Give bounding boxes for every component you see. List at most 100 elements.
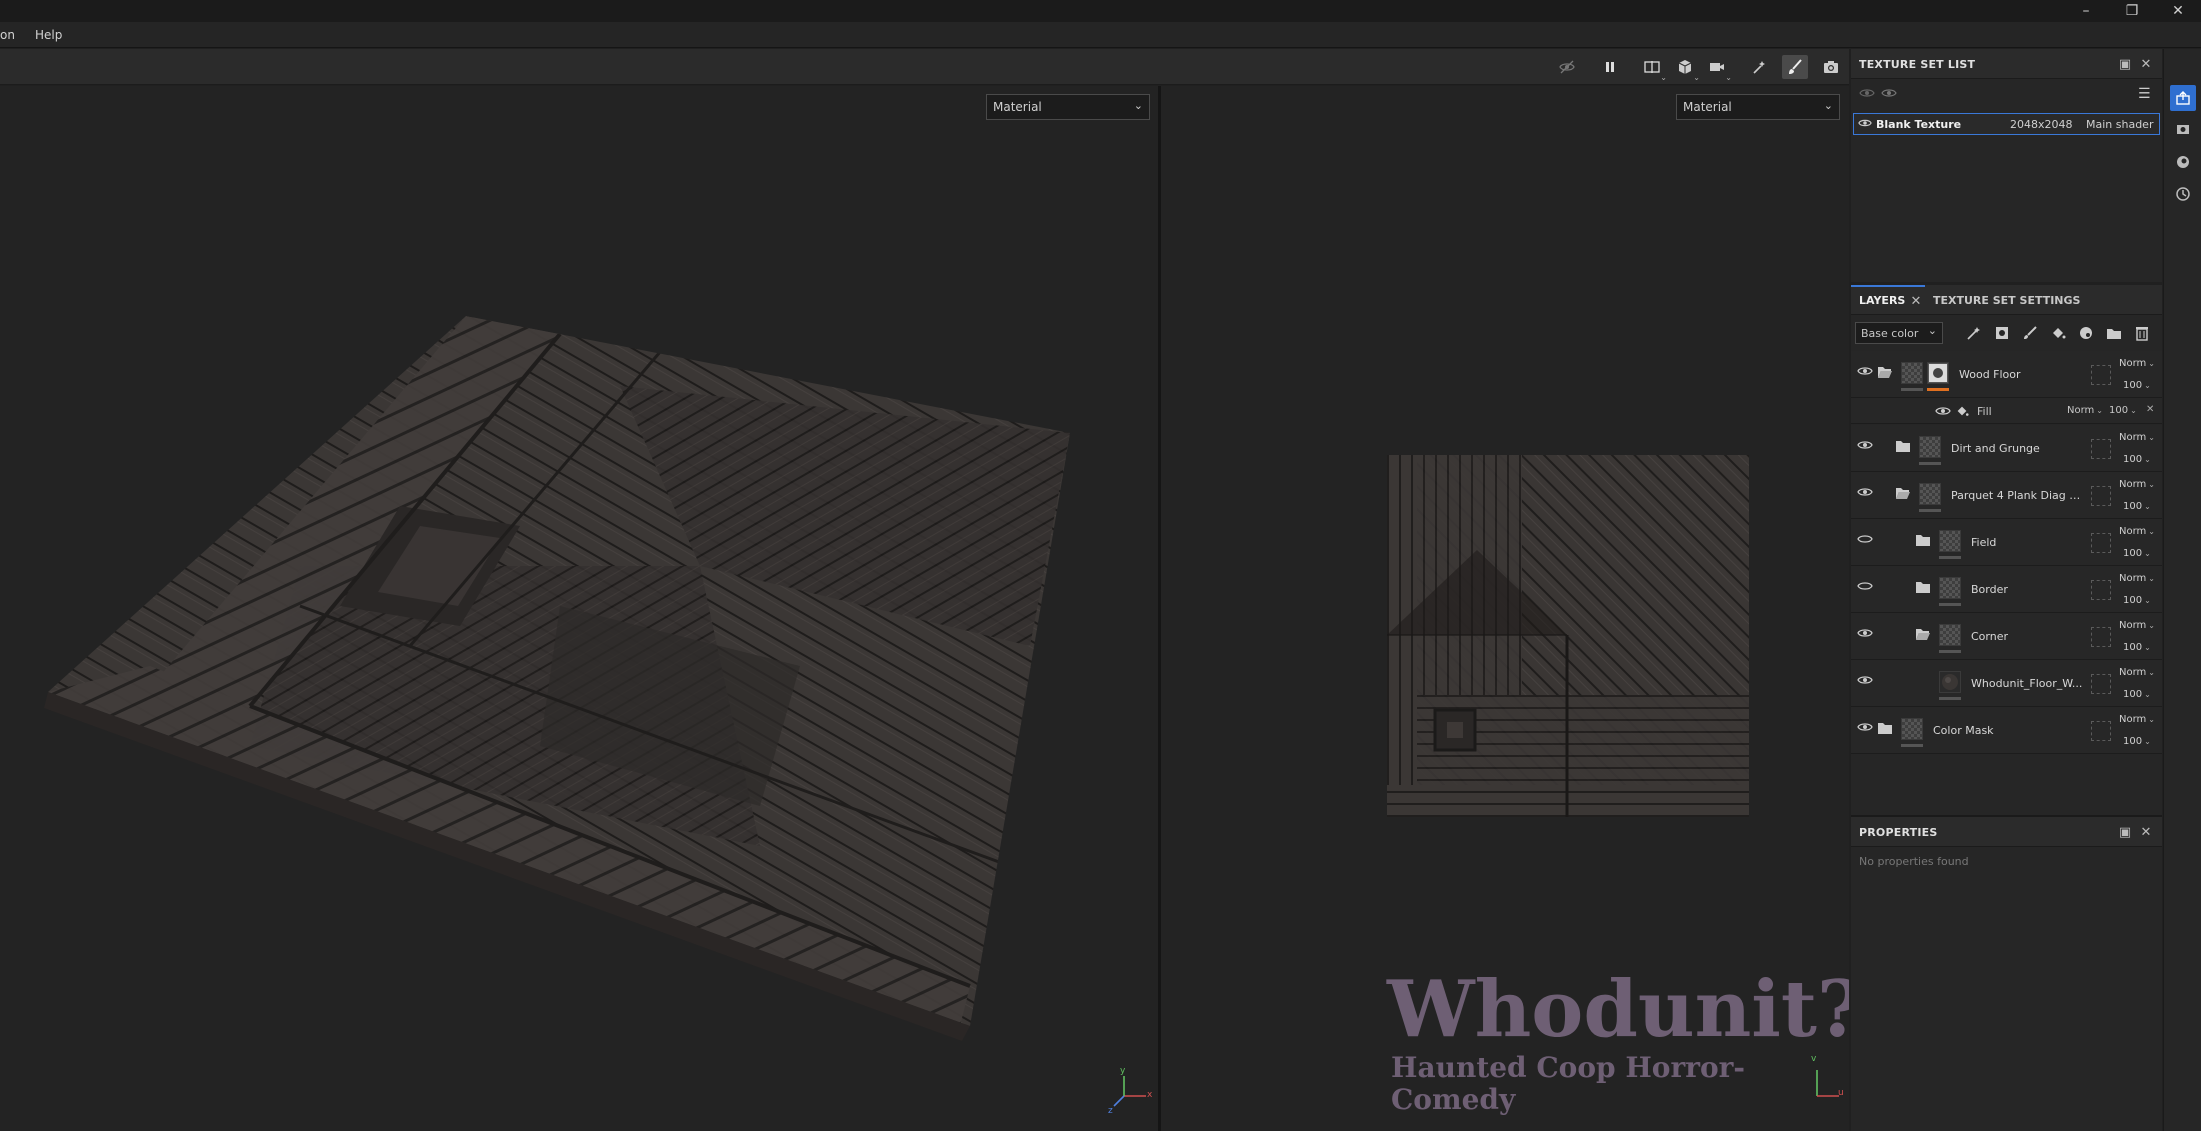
hide-toggle-button[interactable] (1554, 55, 1580, 79)
tab-layers[interactable]: LAYERS (1859, 285, 1905, 315)
layer-row-corner[interactable]: Corner Norm ⌄ 100 ⌄ (1851, 613, 2162, 660)
layer-row-border[interactable]: Border Norm ⌄ 100 ⌄ (1851, 566, 2162, 613)
fill-effect-row[interactable]: Fill Norm ⌄ 100 ⌄ ✕ (1851, 398, 2162, 424)
viewport-3d[interactable]: Material ⌄ x y z (0, 86, 1158, 1131)
layer-opacity[interactable]: 100 ⌄ (2123, 548, 2151, 559)
environment-button[interactable] (2170, 149, 2196, 175)
layer-blend-mode[interactable]: Norm ⌄ (2119, 620, 2155, 631)
layer-opacity[interactable]: 100 ⌄ (2123, 689, 2151, 700)
layer-blend-mode[interactable]: Norm ⌄ (2119, 358, 2155, 369)
layer-row-parquet[interactable]: Parquet 4 Plank Diag Sq... Norm ⌄ 100 ⌄ (1851, 472, 2162, 519)
paint-tool-button[interactable] (1782, 55, 1808, 79)
folder-icon[interactable] (1915, 533, 1931, 550)
folder-icon[interactable] (1877, 721, 1893, 738)
add-fill-layer-button[interactable] (2050, 325, 2066, 344)
layer-blend-mode[interactable]: Norm ⌄ (2119, 479, 2155, 490)
layer-visibility-toggle[interactable] (1857, 580, 1873, 595)
layer-row-field[interactable]: Field Norm ⌄ 100 ⌄ (1851, 519, 2162, 566)
selection-tool-button[interactable] (1747, 55, 1773, 79)
panel-close-button[interactable]: ✕ (2138, 56, 2154, 72)
maximize-icon: ▣ (2118, 56, 2132, 72)
fill-blend-mode[interactable]: Norm ⌄ (2067, 405, 2103, 416)
viewport-2d-channel-select[interactable]: Material ⌄ (1676, 94, 1840, 120)
panel-maximize-button[interactable]: ▣ (2117, 56, 2133, 72)
layer-opacity[interactable]: 100 ⌄ (2123, 501, 2151, 512)
layer-visibility-toggle[interactable] (1857, 674, 1873, 689)
tab-layers-close-button[interactable]: ✕ (1908, 293, 1924, 309)
channel-select[interactable]: Base color ⌄ (1855, 322, 1943, 344)
eye-outline-icon (1857, 535, 1873, 543)
add-paint-layer-button[interactable] (2022, 325, 2038, 344)
add-folder-button[interactable] (2106, 325, 2122, 344)
display-settings-button[interactable] (2170, 117, 2196, 143)
texture-set-menu-button[interactable]: ☰ (2138, 86, 2151, 102)
display-mode-button[interactable]: ⌄ (1672, 55, 1700, 82)
layer-name: Border (1971, 583, 2008, 596)
layer-opacity[interactable]: 100 ⌄ (2123, 454, 2151, 465)
layer-visibility-toggle[interactable] (1857, 721, 1873, 736)
layer-visibility-toggle[interactable] (1857, 365, 1873, 380)
brush-icon (1789, 59, 1802, 74)
layer-row-color-mask[interactable]: Color Mask Norm ⌄ 100 ⌄ (1851, 707, 2162, 754)
layer-row-wood-floor[interactable]: Wood Floor Norm ⌄ 100 ⌄ (1851, 351, 2162, 398)
delete-layer-button[interactable] (2134, 325, 2150, 344)
layer-visibility-toggle[interactable] (1857, 486, 1873, 501)
minimize-button[interactable]: – (2063, 0, 2109, 22)
screenshot-button[interactable] (1818, 55, 1844, 79)
view-mode-button[interactable]: ⌄ (1639, 55, 1667, 82)
folder-icon[interactable] (1895, 439, 1911, 456)
fill-opacity[interactable]: 100 ⌄ (2109, 405, 2137, 416)
restore-button[interactable]: ❐ (2109, 0, 2155, 22)
layer-opacity[interactable]: 100 ⌄ (2123, 642, 2151, 653)
layer-visibility-toggle[interactable] (1857, 627, 1873, 642)
folder-icon[interactable] (1915, 580, 1931, 597)
export-tab-button[interactable] (2170, 85, 2196, 111)
layer-material-thumbnail (1939, 671, 1961, 693)
folder-open-icon[interactable] (1877, 365, 1893, 382)
palette-icon (2080, 327, 2092, 339)
menu-item-window[interactable]: on (0, 28, 15, 42)
layer-row-whodunit-floor[interactable]: Whodunit_Floor_W... Norm ⌄ 100 ⌄ (1851, 660, 2162, 707)
layer-visibility-toggle[interactable] (1857, 439, 1873, 454)
show-all-button[interactable] (1881, 87, 1897, 102)
history-button[interactable] (2170, 181, 2196, 207)
layer-blend-mode[interactable]: Norm ⌄ (2119, 432, 2155, 443)
viewport-2d[interactable]: Material ⌄ Whodunit? Haunted Coop Horror… (1161, 86, 1849, 1131)
panel-maximize-button[interactable]: ▣ (2117, 824, 2133, 840)
fill-visibility-toggle[interactable] (1935, 405, 1951, 420)
axis-label-v: v (1811, 1054, 1817, 1064)
layer-opacity[interactable]: 100 ⌄ (2123, 736, 2151, 747)
layer-thumb-bar (1901, 744, 1923, 747)
properties-header: PROPERTIES ▣ ✕ (1851, 817, 2162, 847)
folder-open-icon[interactable] (1895, 486, 1911, 503)
layer-opacity[interactable]: 100 ⌄ (2123, 380, 2151, 391)
layer-blend-mode[interactable]: Norm ⌄ (2119, 573, 2155, 584)
eye-icon (1935, 407, 1951, 415)
layer-blend-mode[interactable]: Norm ⌄ (2119, 526, 2155, 537)
close-window-button[interactable]: ✕ (2155, 0, 2201, 22)
layer-blend-mode[interactable]: Norm ⌄ (2119, 667, 2155, 678)
eye-icon (1857, 367, 1873, 375)
menu-item-help[interactable]: Help (35, 28, 62, 42)
camera-button[interactable]: ⌄ (1704, 55, 1732, 82)
add-smart-material-button[interactable] (2078, 325, 2094, 344)
layer-mask-thumbnail[interactable] (1927, 362, 1949, 384)
layer-visibility-toggle[interactable] (1857, 533, 1873, 548)
close-icon: ✕ (2140, 824, 2152, 840)
minimize-icon: – (2082, 3, 2090, 19)
layer-row-dirt-and-grunge[interactable]: Dirt and Grunge Norm ⌄ 100 ⌄ (1851, 425, 2162, 472)
fill-remove-button[interactable]: ✕ (2146, 404, 2154, 415)
folder-open-icon[interactable] (1915, 627, 1931, 644)
panel-close-button[interactable]: ✕ (2138, 824, 2154, 840)
layer-opacity[interactable]: 100 ⌄ (2123, 595, 2151, 606)
hide-all-button[interactable] (1859, 87, 1875, 102)
add-mask-button[interactable] (1994, 325, 2010, 344)
pause-button[interactable] (1597, 55, 1623, 79)
layer-blend-mode[interactable]: Norm ⌄ (2119, 714, 2155, 725)
layer-thumb-bar (1939, 650, 1961, 653)
add-effect-button[interactable] (1966, 325, 1982, 344)
texture-set-row[interactable]: Blank Texture 2048x2048 Main shader (1853, 113, 2160, 135)
texture-set-visibility-toggle[interactable] (1858, 117, 1872, 132)
maximize-icon: ▣ (2118, 824, 2132, 840)
tab-texture-set-settings[interactable]: TEXTURE SET SETTINGS (1933, 285, 2080, 315)
